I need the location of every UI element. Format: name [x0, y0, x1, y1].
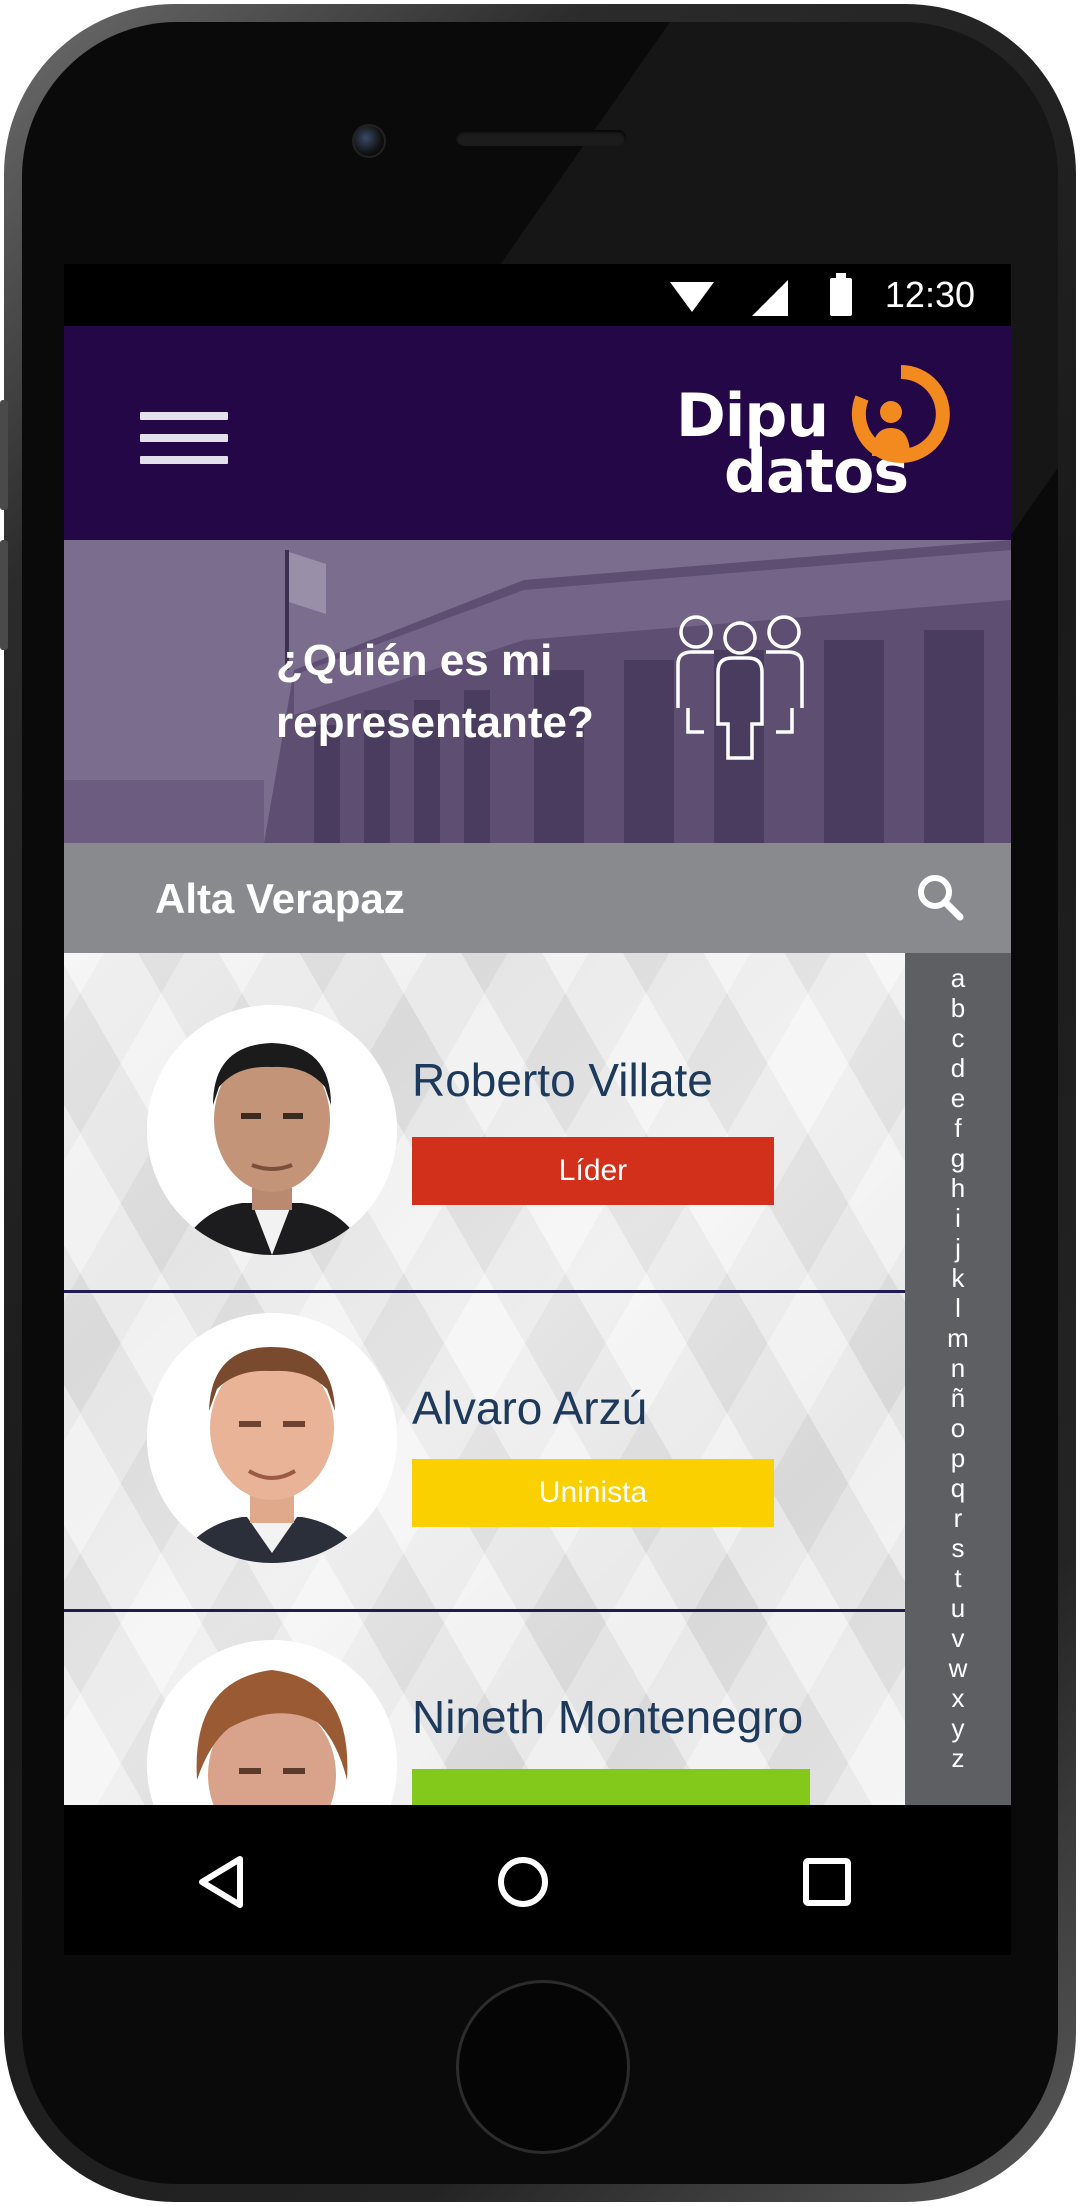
representative-name: Nineth Montenegro	[412, 1691, 804, 1743]
alpha-index-letter[interactable]: i	[905, 1203, 1011, 1233]
alpha-index-letter[interactable]: u	[905, 1593, 1011, 1623]
avatar	[147, 1313, 397, 1563]
app-bar: Dipu datos	[64, 326, 1011, 540]
alpha-index-letter[interactable]: g	[905, 1143, 1011, 1173]
alpha-index-letter[interactable]: s	[905, 1533, 1011, 1563]
avatar	[147, 1640, 397, 1805]
status-time: 12:30	[884, 274, 975, 315]
alpha-index-letter[interactable]: a	[905, 963, 1011, 993]
front-camera	[352, 124, 386, 158]
region-label: Alta Verapaz	[155, 875, 405, 922]
app-logo: Dipu datos	[676, 365, 966, 516]
alpha-index-letter[interactable]: v	[905, 1623, 1011, 1653]
alpha-index-letter[interactable]: ñ	[905, 1383, 1011, 1413]
alpha-index-letter[interactable]: b	[905, 993, 1011, 1023]
signal-icon	[752, 280, 788, 316]
back-triangle-icon[interactable]	[196, 1855, 246, 1909]
alpha-index-letter[interactable]: w	[905, 1653, 1011, 1683]
list-item[interactable]: Alvaro Arzú Uninista	[64, 1293, 905, 1609]
people-group-icon	[676, 615, 804, 760]
alpha-index-letter[interactable]: y	[905, 1713, 1011, 1743]
alpha-index-letter[interactable]: m	[905, 1323, 1011, 1353]
list-item[interactable]: Roberto Villate Líder	[64, 953, 905, 1290]
screen: 12:30 Dipu datos ¿Quién es mi representa…	[64, 264, 1011, 1805]
alpha-index-letter[interactable]: d	[905, 1053, 1011, 1083]
alpha-index-letter[interactable]: x	[905, 1683, 1011, 1713]
alpha-index-letter[interactable]: f	[905, 1113, 1011, 1143]
physical-home-button[interactable]	[456, 1980, 630, 2154]
banner-line2: representante?	[276, 697, 594, 747]
representatives-list: Roberto Villate Líder Alvaro Arzú Uninis…	[64, 953, 905, 1805]
home-circle-icon[interactable]	[496, 1855, 550, 1909]
alpha-index-letter[interactable]: c	[905, 1023, 1011, 1053]
party-badge: Uninista	[412, 1459, 774, 1527]
alpha-index-letter[interactable]: p	[905, 1443, 1011, 1473]
alpha-index-letter[interactable]: n	[905, 1353, 1011, 1383]
party-badge	[412, 1769, 810, 1805]
alpha-index-letter[interactable]: t	[905, 1563, 1011, 1593]
search-icon[interactable]	[916, 873, 964, 921]
alpha-index-letter[interactable]: h	[905, 1173, 1011, 1203]
list-item[interactable]: Nineth Montenegro	[64, 1612, 905, 1805]
battery-icon	[830, 273, 852, 316]
android-nav-bar	[64, 1805, 1011, 1955]
volume-button	[0, 540, 8, 650]
alpha-index-letter[interactable]: k	[905, 1263, 1011, 1293]
alphabet-index: a b c d e f g h i j k l m n ñ o p q r s …	[905, 953, 1011, 1805]
logo-person-ring-icon	[851, 365, 950, 463]
representative-name: Alvaro Arzú	[412, 1382, 648, 1434]
avatar	[147, 1005, 397, 1255]
alpha-index-letter[interactable]: r	[905, 1503, 1011, 1533]
volume-button	[0, 400, 8, 510]
representative-name: Roberto Villate	[412, 1054, 713, 1106]
status-bar: 12:30	[64, 264, 1011, 326]
alpha-index-letter[interactable]: o	[905, 1413, 1011, 1443]
alpha-index-letter[interactable]: z	[905, 1743, 1011, 1773]
earpiece-speaker	[456, 130, 626, 146]
party-badge: Líder	[412, 1137, 774, 1205]
alpha-index-letter[interactable]: e	[905, 1083, 1011, 1113]
banner-question: ¿Quién es mi representante?	[276, 630, 594, 753]
alpha-index-letter[interactable]: l	[905, 1293, 1011, 1323]
banner-line1: ¿Quién es mi	[276, 636, 553, 685]
alpha-index-letter[interactable]: q	[905, 1473, 1011, 1503]
wifi-icon	[670, 282, 714, 312]
alpha-index-letter[interactable]: j	[905, 1233, 1011, 1263]
hero-banner: ¿Quién es mi representante?	[64, 540, 1011, 843]
hamburger-icon[interactable]	[140, 412, 228, 468]
region-search-bar[interactable]: Alta Verapaz	[64, 843, 1011, 953]
recents-square-icon[interactable]	[802, 1857, 852, 1907]
